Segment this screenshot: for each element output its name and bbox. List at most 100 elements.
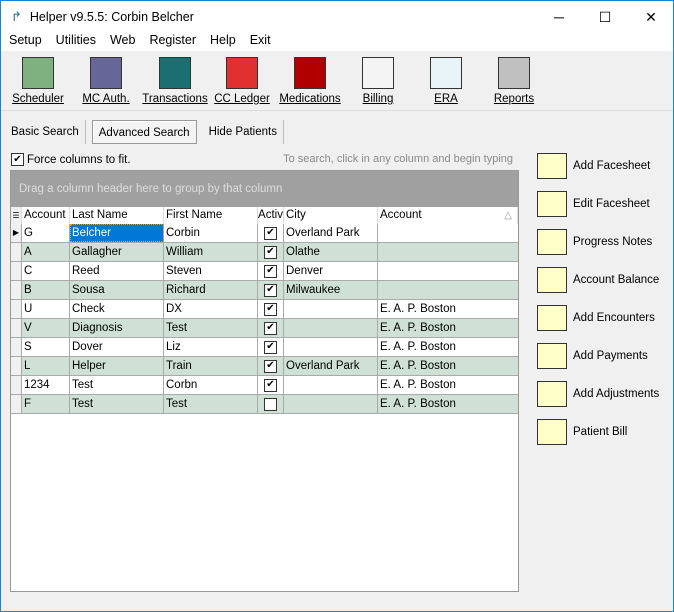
table-cell[interactable]: Milwaukee (284, 281, 378, 299)
active-checkbox[interactable]: ✔ (264, 378, 277, 392)
table-row[interactable]: F Test Test E. A. P. Boston (11, 395, 518, 414)
table-cell[interactable]: G (22, 224, 70, 242)
toolbar-cc-ledger-button[interactable]: CC Ledger (208, 57, 276, 105)
table-row[interactable]: B Sousa Richard ✔ Milwaukee (11, 281, 518, 300)
column-header[interactable]: Account : (22, 207, 70, 224)
add-encounters-button[interactable]: Add Encounters (537, 305, 672, 331)
table-cell[interactable]: E. A. P. Boston (378, 300, 518, 318)
table-cell[interactable]: Steven (164, 262, 258, 280)
active-checkbox[interactable]: ✔ (264, 264, 277, 278)
toolbar-transactions-button[interactable]: Transactions (141, 57, 209, 105)
table-row[interactable]: S Dover Liz ✔ E. A. P. Boston (11, 338, 518, 357)
active-cell[interactable]: ✔ (258, 357, 284, 375)
column-header[interactable]: City (284, 207, 378, 224)
table-cell[interactable]: C (22, 262, 70, 280)
table-cell[interactable] (378, 281, 518, 299)
table-cell[interactable]: Corbn (164, 376, 258, 394)
active-cell[interactable]: ✔ (258, 376, 284, 394)
close-button[interactable]: ✕ (628, 1, 674, 33)
active-cell[interactable]: ✔ (258, 224, 284, 242)
table-cell[interactable]: L (22, 357, 70, 375)
table-row[interactable]: ▶ G Belcher Corbin ✔ Overland Park (11, 224, 518, 243)
toolbar-scheduler-button[interactable]: Scheduler (4, 57, 72, 105)
table-cell[interactable]: Liz (164, 338, 258, 356)
patient-grid[interactable]: Drag a column header here to group by th… (10, 170, 519, 592)
toolbar-medications-button[interactable]: Medications (276, 57, 344, 105)
table-cell[interactable]: E. A. P. Boston (378, 395, 518, 413)
table-cell[interactable]: William (164, 243, 258, 261)
edit-facesheet-button[interactable]: Edit Facesheet (537, 191, 672, 217)
active-cell[interactable]: ✔ (258, 243, 284, 261)
column-header[interactable]: First Name (164, 207, 258, 224)
table-cell[interactable]: Olathe (284, 243, 378, 261)
active-checkbox[interactable]: ✔ (264, 302, 277, 316)
active-checkbox[interactable]: ✔ (264, 245, 277, 259)
table-cell[interactable] (284, 319, 378, 337)
column-header[interactable]: Activ (258, 207, 284, 224)
patient-bill-button[interactable]: Patient Bill (537, 419, 672, 445)
add-payments-button[interactable]: Add Payments (537, 343, 672, 369)
table-cell[interactable]: B (22, 281, 70, 299)
menu-help[interactable]: Help (210, 33, 236, 51)
table-cell[interactable]: F (22, 395, 70, 413)
table-cell[interactable]: Diagnosis (70, 319, 164, 337)
table-cell[interactable]: Gallagher (70, 243, 164, 261)
checkbox-icon[interactable]: ✔ (11, 153, 24, 166)
add-facesheet-button[interactable]: Add Facesheet (537, 153, 672, 179)
menu-setup[interactable]: Setup (9, 33, 42, 51)
table-row[interactable]: C Reed Steven ✔ Denver (11, 262, 518, 281)
table-cell[interactable] (378, 224, 518, 242)
toolbar-era-button[interactable]: ERA (412, 57, 480, 105)
toolbar-billing-button[interactable]: Billing (344, 57, 412, 105)
table-cell[interactable]: Test (164, 319, 258, 337)
toolbar-mc-auth--button[interactable]: MC Auth. (72, 57, 140, 105)
table-cell[interactable] (378, 243, 518, 261)
toolbar-reports-button[interactable]: Reports (480, 57, 548, 105)
table-cell[interactable]: Check (70, 300, 164, 318)
table-row[interactable]: V Diagnosis Test ✔ E. A. P. Boston (11, 319, 518, 338)
table-cell[interactable]: Belcher (70, 224, 164, 242)
table-cell[interactable]: A (22, 243, 70, 261)
column-header[interactable]: Account (378, 207, 518, 224)
active-checkbox[interactable]: ✔ (264, 226, 277, 240)
column-chooser-icon[interactable]: ☰ (11, 207, 22, 224)
account-balance-button[interactable]: Account Balance (537, 267, 672, 293)
table-cell[interactable]: Train (164, 357, 258, 375)
table-cell[interactable]: Dover (70, 338, 164, 356)
table-row[interactable]: U Check DX ✔ E. A. P. Boston (11, 300, 518, 319)
table-cell[interactable]: Overland Park (284, 224, 378, 242)
force-columns-checkbox[interactable]: ✔ Force columns to fit. (11, 153, 131, 166)
maximize-button[interactable]: ☐ (582, 1, 628, 33)
group-by-panel[interactable]: Drag a column header here to group by th… (11, 171, 518, 207)
active-cell[interactable]: ✔ (258, 319, 284, 337)
tab-hide-patients[interactable]: Hide Patients (203, 120, 284, 144)
add-adjustments-button[interactable]: Add Adjustments (537, 381, 672, 407)
table-cell[interactable]: Test (70, 376, 164, 394)
active-checkbox[interactable]: ✔ (264, 321, 277, 335)
table-cell[interactable] (284, 376, 378, 394)
table-cell[interactable]: V (22, 319, 70, 337)
table-cell[interactable]: Reed (70, 262, 164, 280)
table-cell[interactable]: Richard (164, 281, 258, 299)
table-cell[interactable]: 1234 (22, 376, 70, 394)
table-cell[interactable]: Test (70, 395, 164, 413)
table-cell[interactable] (378, 262, 518, 280)
active-cell[interactable]: ✔ (258, 281, 284, 299)
table-cell[interactable]: E. A. P. Boston (378, 357, 518, 375)
table-cell[interactable] (284, 395, 378, 413)
minimize-button[interactable]: ─ (536, 1, 582, 33)
table-cell[interactable]: E. A. P. Boston (378, 338, 518, 356)
menu-utilities[interactable]: Utilities (56, 33, 96, 51)
table-cell[interactable]: Test (164, 395, 258, 413)
table-cell[interactable]: E. A. P. Boston (378, 319, 518, 337)
table-cell[interactable]: Corbin (164, 224, 258, 242)
tab-advanced-search[interactable]: Advanced Search (91, 120, 197, 144)
active-cell[interactable] (258, 395, 284, 413)
table-cell[interactable]: Sousa (70, 281, 164, 299)
active-checkbox[interactable] (264, 397, 277, 411)
table-cell[interactable]: Helper (70, 357, 164, 375)
table-cell[interactable]: S (22, 338, 70, 356)
table-cell[interactable]: E. A. P. Boston (378, 376, 518, 394)
table-row[interactable]: L Helper Train ✔ Overland Park E. A. P. Bosto… (11, 357, 518, 376)
progress-notes-button[interactable]: Progress Notes (537, 229, 672, 255)
